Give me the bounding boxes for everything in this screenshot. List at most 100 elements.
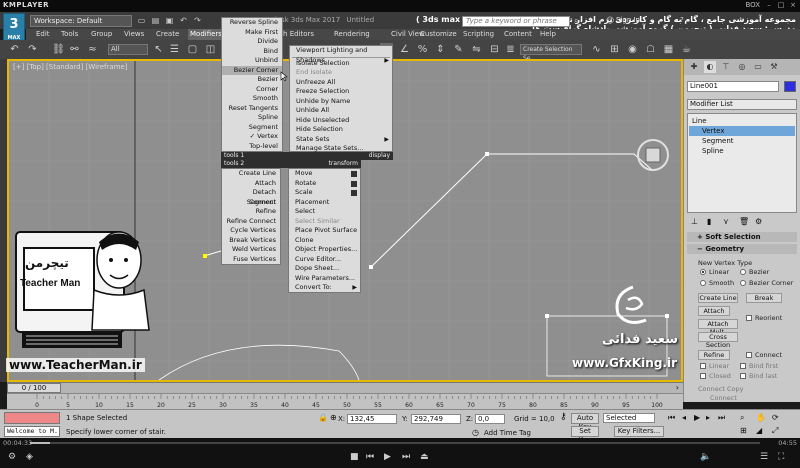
maxscript-listener[interactable] bbox=[4, 412, 60, 424]
spinner-snap-icon[interactable]: ⇕ bbox=[434, 43, 447, 56]
window-crossing-icon[interactable]: ◫ bbox=[204, 43, 217, 56]
stack-item-line[interactable]: Line bbox=[692, 116, 707, 126]
select-object-icon[interactable]: ↖ bbox=[152, 43, 165, 56]
create-line-button[interactable]: Create Line bbox=[698, 293, 738, 303]
new-file-icon[interactable]: ▭ bbox=[136, 15, 147, 26]
quad-bind[interactable]: Bind bbox=[222, 47, 282, 57]
stack-item-vertex[interactable]: Vertex bbox=[702, 126, 725, 136]
quad-hide-unselected[interactable]: Hide Unselected bbox=[290, 116, 392, 126]
x-coordinate-field[interactable]: 132,45 bbox=[347, 414, 397, 424]
make-unique-icon[interactable]: ⋎ bbox=[723, 217, 729, 226]
save-file-icon[interactable]: ▣ bbox=[164, 15, 175, 26]
unlink-icon[interactable]: ⚯ bbox=[68, 43, 81, 56]
menu-group[interactable]: Group bbox=[91, 29, 112, 40]
help-icon[interactable]: ? bbox=[680, 16, 684, 24]
time-slider-thumb[interactable]: 0 / 100 bbox=[7, 383, 61, 393]
stack-item-spline[interactable]: Spline bbox=[702, 146, 724, 156]
quad-smooth[interactable]: Smooth bbox=[222, 94, 282, 104]
quad-convert-to[interactable]: Convert To: ▶ bbox=[289, 283, 360, 293]
go-to-start-icon[interactable]: ⏮ bbox=[668, 413, 675, 423]
lock-icon[interactable]: 🔒 bbox=[318, 413, 328, 422]
maximize-viewport-icon[interactable]: ⤢ bbox=[772, 426, 778, 436]
configure-sets-icon[interactable]: ⚙ bbox=[755, 217, 762, 226]
break-button[interactable]: Break bbox=[746, 293, 782, 303]
quad-top-level[interactable]: Top-level bbox=[222, 142, 282, 152]
player-fullscreen-icon[interactable]: ⛶ bbox=[778, 452, 784, 462]
quad-wire-parameters[interactable]: Wire Parameters... bbox=[289, 274, 360, 284]
render-setup-icon[interactable]: ☖ bbox=[644, 43, 657, 56]
open-file-icon[interactable]: ▤ bbox=[150, 15, 161, 26]
display-tab-icon[interactable]: ▭ bbox=[752, 61, 764, 73]
undo-icon[interactable]: ↶ bbox=[8, 43, 21, 56]
curve-editor-icon[interactable]: ∿ bbox=[590, 43, 603, 56]
material-editor-icon[interactable]: ◉ bbox=[626, 43, 639, 56]
play-icon[interactable]: ▶ bbox=[694, 413, 700, 422]
minimize-icon[interactable]: – bbox=[764, 1, 774, 10]
quad-refine-connect[interactable]: Refine Connect bbox=[222, 217, 280, 227]
player-eject-icon[interactable]: ⏏ bbox=[420, 452, 429, 462]
percent-snap-icon[interactable]: % bbox=[416, 43, 429, 56]
angle-snap-icon[interactable]: ∠ bbox=[398, 43, 411, 56]
quad-scale[interactable]: Scale bbox=[289, 188, 360, 198]
menu-content[interactable]: Content bbox=[504, 29, 532, 40]
player-box-label[interactable]: BOX bbox=[745, 1, 760, 9]
hierarchy-tab-icon[interactable]: ⊤ bbox=[720, 61, 732, 73]
set-key-button[interactable]: Set Key bbox=[571, 426, 599, 444]
quad-state-sets[interactable]: State Sets ▶ bbox=[290, 135, 392, 145]
cross-section-button[interactable]: Cross Section bbox=[698, 332, 738, 349]
quad-corner[interactable]: Corner bbox=[222, 85, 282, 95]
undo-icon[interactable]: ↶ bbox=[178, 15, 189, 26]
motion-tab-icon[interactable]: ◎ bbox=[736, 61, 748, 73]
pan-icon[interactable]: ✋ bbox=[756, 413, 766, 422]
menu-rendering[interactable]: Rendering bbox=[334, 29, 370, 40]
player-progress-bar[interactable] bbox=[30, 442, 760, 444]
z-coordinate-field[interactable]: 0,0 bbox=[475, 414, 505, 424]
maxscript-mini-listener[interactable]: Welcome to M. bbox=[4, 426, 60, 437]
y-coordinate-field[interactable]: 292,749 bbox=[411, 414, 461, 424]
menu-tools[interactable]: Tools bbox=[61, 29, 78, 40]
rollout-geometry[interactable]: − Geometry bbox=[687, 244, 797, 254]
quad-move[interactable]: Move bbox=[289, 169, 360, 179]
viewport-label[interactable]: [+] [Top] [Standard] [Wireframe] bbox=[13, 63, 128, 71]
menu-create[interactable]: Create bbox=[156, 29, 179, 40]
quad-detach-segment[interactable]: Detach Segment bbox=[222, 188, 280, 206]
sign-in-button[interactable]: Sign In bbox=[616, 16, 640, 24]
search-input[interactable]: Type a keyword or phrase bbox=[462, 16, 570, 27]
redo-icon[interactable]: ↷ bbox=[192, 15, 203, 26]
edit-named-selection-icon[interactable]: ✎ bbox=[452, 43, 465, 56]
layer-icon[interactable]: ≣ bbox=[504, 43, 517, 56]
player-settings-icon[interactable]: ⚙ bbox=[8, 452, 16, 462]
object-name-field[interactable]: Line001 bbox=[687, 81, 779, 92]
redo-icon[interactable]: ↷ bbox=[26, 43, 39, 56]
remove-modifier-icon[interactable]: 🗑 bbox=[739, 217, 749, 226]
modify-tab-icon[interactable]: ◐ bbox=[704, 61, 716, 73]
radio-smooth[interactable] bbox=[700, 280, 706, 286]
quad-bezier-corner[interactable]: Bezier Corner bbox=[222, 65, 282, 75]
quad-reset-tangents[interactable]: Reset Tangents bbox=[222, 104, 282, 114]
utilities-tab-icon[interactable]: ⚒ bbox=[768, 61, 780, 73]
radio-linear[interactable] bbox=[700, 269, 706, 275]
attach-button[interactable]: Attach bbox=[698, 306, 730, 316]
show-end-result-icon[interactable]: ▮ bbox=[707, 217, 711, 226]
modifier-list-dropdown[interactable]: Modifier List bbox=[687, 99, 797, 110]
player-playlist-icon[interactable]: ☰ bbox=[760, 452, 768, 462]
quad-unbind[interactable]: Unbind bbox=[222, 56, 282, 66]
quad-place-pivot-surface[interactable]: Place Pivot Surface bbox=[289, 226, 360, 236]
quad-object-properties[interactable]: Object Properties... bbox=[289, 245, 360, 255]
selection-filter-dropdown[interactable]: All bbox=[108, 44, 148, 55]
add-time-tag-button[interactable]: Add Time Tag bbox=[484, 429, 531, 437]
quad-clone[interactable]: Clone bbox=[289, 236, 360, 246]
settings-box-icon[interactable] bbox=[351, 171, 357, 177]
quad-connect[interactable]: Connect bbox=[222, 198, 280, 208]
search-icon[interactable]: ⌕ bbox=[574, 16, 578, 26]
field-of-view-icon[interactable]: ◢ bbox=[756, 426, 762, 435]
next-frame-icon[interactable]: › bbox=[676, 383, 679, 392]
player-prev-icon[interactable]: ⏮ bbox=[366, 452, 374, 462]
quad-make-first[interactable]: Make First bbox=[222, 28, 282, 38]
player-volume-icon[interactable]: 🔈 bbox=[700, 452, 711, 462]
quad-fuse-vertices[interactable]: Fuse Vertices bbox=[222, 255, 280, 265]
key-filters-button[interactable]: Key Filters... bbox=[614, 426, 664, 437]
quad-weld-vertices[interactable]: Weld Vertices bbox=[222, 245, 280, 255]
absolute-mode-icon[interactable]: ⊕ bbox=[330, 413, 337, 422]
player-stop-icon[interactable]: ■ bbox=[350, 452, 359, 462]
